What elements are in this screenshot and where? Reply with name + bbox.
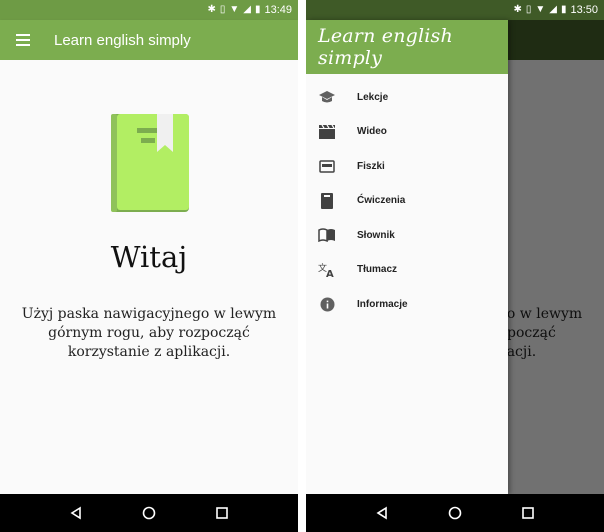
status-bar: ✱ ▯ ▼ ◢ ▮ 13:50: [306, 0, 604, 20]
recents-icon[interactable]: [517, 502, 539, 524]
menu-item-cwiczenia[interactable]: Ćwiczenia: [306, 184, 508, 219]
welcome-heading: Witaj: [110, 240, 188, 274]
menu-item-label: Słownik: [357, 229, 395, 241]
menu-item-label: Fiszki: [357, 160, 385, 172]
video-clapper-icon: [318, 123, 336, 141]
navigation-drawer: Learn english simply Lekcje Wideo Fiszki: [306, 20, 508, 494]
menu-item-label: Lekcje: [357, 91, 389, 103]
svg-text:A: A: [326, 269, 334, 278]
main-screen: ✱ ▯ ▼ ◢ ▮ 13:49 Learn english simply Wit…: [0, 0, 298, 532]
drawer-menu: Lekcje Wideo Fiszki Ćwiczenia Słownik 文 …: [306, 74, 508, 322]
main-content: Witaj Użyj paska nawigacyjnego w lewym g…: [0, 60, 298, 494]
info-icon: [318, 295, 336, 313]
menu-item-fiszki[interactable]: Fiszki: [306, 149, 508, 184]
menu-item-slownik[interactable]: Słownik: [306, 218, 508, 253]
flashcards-icon: [318, 157, 336, 175]
drawer-screen: Learn english simply Witaj Użyj paska na…: [306, 0, 604, 532]
vibrate-icon: ▯: [525, 4, 532, 15]
app-title: Learn english simply: [54, 31, 191, 49]
book-logo-icon: [111, 114, 189, 212]
bluetooth-icon: ✱: [207, 4, 216, 15]
open-book-icon: [318, 226, 336, 244]
exercise-book-icon: [318, 192, 336, 210]
drawer-title: Learn english simply: [318, 25, 453, 69]
back-icon[interactable]: [65, 502, 87, 524]
back-icon[interactable]: [371, 502, 393, 524]
wifi-icon: ▼: [535, 4, 546, 15]
signal-icon: ◢: [243, 4, 251, 15]
menu-hamburger-icon[interactable]: [16, 34, 30, 46]
system-nav-bar: [306, 494, 604, 532]
vibrate-icon: ▯: [219, 4, 226, 15]
drawer-header: Learn english simply: [306, 20, 508, 74]
status-time: 13:50: [570, 4, 598, 16]
battery-icon: ▮: [560, 4, 567, 15]
wifi-icon: ▼: [229, 4, 240, 15]
menu-item-label: Informacje: [357, 298, 408, 310]
menu-item-label: Tłumacz: [357, 264, 398, 276]
status-bar: ✱ ▯ ▼ ◢ ▮ 13:49: [0, 0, 298, 20]
translate-icon: 文A: [318, 261, 336, 279]
status-time: 13:49: [264, 4, 292, 16]
home-icon[interactable]: [138, 502, 160, 524]
menu-item-label: Ćwiczenia: [357, 195, 406, 207]
signal-icon: ◢: [549, 4, 557, 15]
battery-icon: ▮: [254, 4, 261, 15]
menu-item-label: Wideo: [357, 126, 387, 138]
graduation-cap-icon: [318, 88, 336, 106]
welcome-message: Użyj paska nawigacyjnego w lewym górnym …: [21, 306, 277, 360]
app-bar: Learn english simply: [0, 20, 298, 60]
system-nav-bar: [0, 494, 298, 532]
recents-icon[interactable]: [211, 502, 233, 524]
home-icon[interactable]: [444, 502, 466, 524]
menu-item-tlumacz[interactable]: 文A Tłumacz: [306, 253, 508, 288]
menu-item-informacje[interactable]: Informacje: [306, 287, 508, 322]
menu-item-wideo[interactable]: Wideo: [306, 115, 508, 150]
bluetooth-icon: ✱: [513, 4, 522, 15]
menu-item-lekcje[interactable]: Lekcje: [306, 80, 508, 115]
